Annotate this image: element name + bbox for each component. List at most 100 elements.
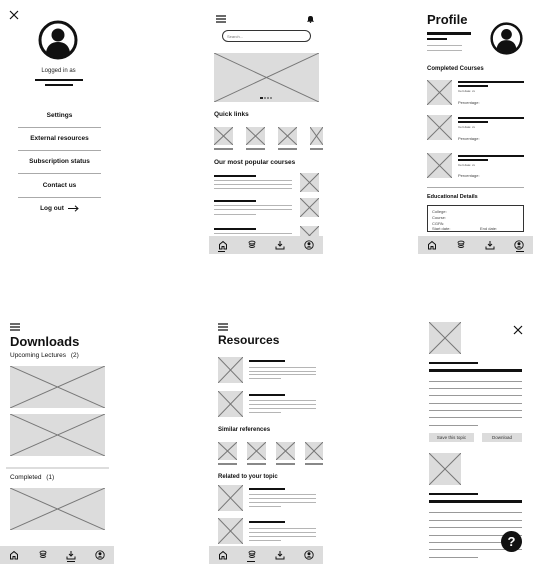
course-subtitle-placeholder (458, 121, 488, 123)
completed-heading: Completed (1) (10, 474, 54, 481)
menu-item-contact-us[interactable]: Contact us (18, 182, 101, 189)
divider (18, 150, 101, 151)
layers-icon[interactable] (37, 549, 49, 561)
reference-item[interactable] (276, 442, 295, 460)
home-icon[interactable] (217, 239, 229, 251)
active-tab-indicator (516, 251, 524, 252)
upcoming-lectures-heading: Upcoming Lectures (2) (10, 352, 79, 359)
profile-icon[interactable] (303, 549, 315, 561)
home-icon[interactable] (8, 549, 20, 561)
layers-icon[interactable] (246, 549, 258, 561)
menu-item-settings[interactable]: Settings (18, 112, 101, 119)
hamburger-menu-icon[interactable] (218, 318, 228, 331)
search-input[interactable] (222, 30, 311, 42)
user-avatar-icon (38, 20, 78, 60)
close-icon[interactable] (513, 322, 523, 335)
logout-button[interactable]: Log out (18, 205, 101, 212)
profile-icon[interactable] (94, 549, 106, 561)
text-line (429, 388, 522, 389)
active-tab-indicator (247, 561, 255, 562)
text-line (429, 417, 522, 418)
help-button[interactable]: ? (501, 531, 522, 552)
text-line (214, 180, 292, 181)
quick-link-item[interactable] (214, 127, 233, 145)
banner-carousel[interactable] (214, 53, 319, 102)
text-line (214, 205, 292, 206)
text-line (249, 498, 316, 499)
lecture-thumbnail[interactable] (10, 488, 105, 530)
logout-label: Log out (40, 205, 64, 212)
hamburger-menu-icon[interactable] (10, 318, 20, 331)
home-icon[interactable] (426, 239, 438, 251)
college-field: College: (432, 209, 447, 214)
notification-bell-icon[interactable] (307, 10, 314, 23)
lecture-thumbnail[interactable] (10, 414, 105, 456)
text-line (249, 494, 316, 495)
quick-link-item[interactable] (310, 127, 323, 145)
text-line (429, 557, 478, 558)
upcoming-count: (2) (70, 352, 79, 359)
carousel-dots[interactable] (260, 97, 272, 99)
related-thumbnail (218, 518, 243, 544)
text-line (429, 425, 478, 426)
bottom-nav (209, 546, 323, 564)
layers-icon[interactable] (246, 239, 258, 251)
text-line (429, 512, 522, 513)
divider (18, 127, 101, 128)
layers-icon[interactable] (455, 239, 467, 251)
carousel-dot[interactable] (267, 97, 269, 99)
menu-item-external-resources[interactable]: External resources (18, 135, 101, 142)
quick-link-underline (246, 148, 265, 150)
text-line (249, 404, 316, 405)
topic-title-placeholder (429, 493, 478, 495)
profile-icon[interactable] (513, 239, 525, 251)
text-line (429, 403, 522, 404)
text-line (214, 188, 292, 189)
carousel-dot[interactable] (270, 97, 272, 99)
user-avatar-icon[interactable] (490, 22, 523, 55)
download-icon[interactable] (65, 549, 77, 561)
quick-link-underline (278, 148, 297, 150)
active-tab-indicator (218, 251, 225, 252)
cert-date: Cert date: xx (458, 163, 476, 167)
educational-details-card: College: Course: CGPA: Start date: End d… (427, 205, 524, 232)
save-topic-button[interactable]: Save this topic (429, 433, 474, 442)
reference-item[interactable] (247, 442, 266, 460)
completed-count: (1) (46, 474, 55, 481)
hamburger-menu-icon[interactable] (216, 10, 226, 23)
related-title-placeholder (249, 521, 285, 523)
reference-item[interactable] (305, 442, 323, 460)
page-title: Resources (218, 333, 280, 347)
text-line (249, 400, 316, 401)
carousel-dot[interactable] (264, 97, 266, 99)
text-line (249, 536, 316, 537)
reference-underline (247, 463, 266, 465)
lecture-thumbnail[interactable] (10, 366, 105, 408)
cert-date: Cert date: xx (458, 89, 476, 93)
related-topic-title: Related to your topic (218, 474, 278, 480)
text-line (249, 378, 281, 379)
download-icon[interactable] (484, 239, 496, 251)
home-icon[interactable] (217, 549, 229, 561)
quick-link-item[interactable] (278, 127, 297, 145)
course-thumbnail (300, 173, 319, 192)
popular-courses-title: Our most popular courses (214, 159, 296, 166)
name-placeholder (427, 32, 471, 35)
reference-underline (276, 463, 295, 465)
subtitle-placeholder (427, 38, 447, 40)
course-field: Course: (432, 215, 447, 220)
page-title: Downloads (10, 334, 80, 349)
text-line (427, 45, 462, 46)
close-icon[interactable] (9, 7, 19, 20)
download-button[interactable]: Download (482, 433, 522, 442)
divider (427, 187, 524, 188)
bottom-nav (0, 546, 114, 564)
course-thumbnail (300, 198, 319, 217)
quick-link-item[interactable] (246, 127, 265, 145)
carousel-dot-active[interactable] (260, 97, 263, 99)
profile-icon[interactable] (303, 239, 315, 251)
menu-item-subscription-status[interactable]: Subscription status (18, 158, 101, 165)
download-icon[interactable] (274, 239, 286, 251)
download-icon[interactable] (274, 549, 286, 561)
reference-item[interactable] (218, 442, 237, 460)
